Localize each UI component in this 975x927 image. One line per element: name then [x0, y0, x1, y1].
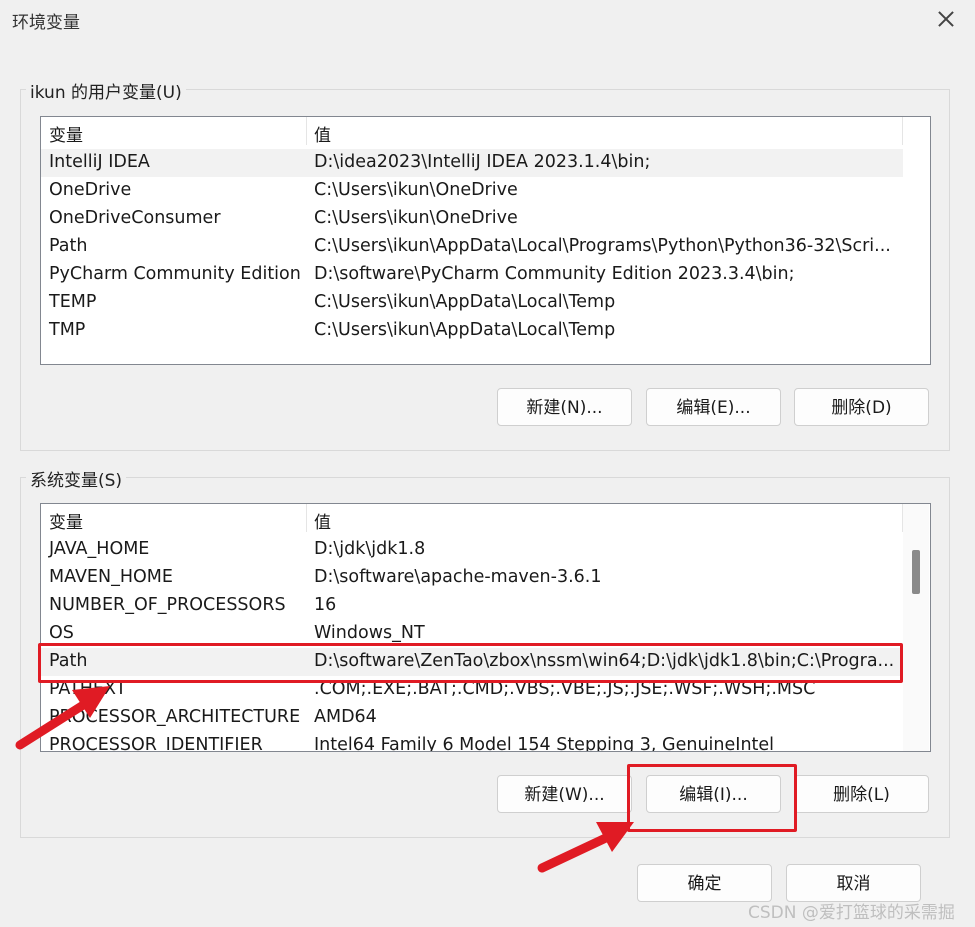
user-delete-button[interactable]: 删除(D) [794, 388, 929, 426]
dialog-title: 环境变量 [12, 13, 80, 33]
var-value-cell: C:\Users\ikun\AppData\Local\Programs\Pyt… [314, 236, 891, 256]
var-value-cell: C:\Users\ikun\OneDrive [314, 180, 518, 200]
scroll-thumb[interactable] [912, 550, 920, 594]
watermark: CSDN @爱打篮球的采需掘 [748, 903, 955, 923]
var-value-cell: 16 [314, 595, 337, 615]
var-name-cell: PATHEXT [49, 679, 127, 699]
user-edit-button[interactable]: 编辑(E)... [646, 388, 781, 426]
cancel-button[interactable]: 取消 [786, 864, 921, 902]
var-name-cell: IntelliJ IDEA [49, 152, 150, 172]
var-value-cell: AMD64 [314, 707, 377, 727]
var-name-cell: MAVEN_HOME [49, 567, 173, 587]
column-divider[interactable] [306, 117, 307, 145]
system-vars-group-label: 系统变量(S) [26, 466, 127, 491]
var-value-cell: Windows_NT [314, 623, 425, 643]
var-value-cell: D:\software\ZenTao\zbox\nssm\win64;D:\jd… [314, 651, 895, 671]
table-row[interactable]: PROCESSOR_IDENTIFIER Intel64 Family 6 Mod… [41, 732, 903, 752]
var-name-cell: NUMBER_OF_PROCESSORS [49, 595, 286, 615]
var-value-cell: D:\software\apache-maven-3.6.1 [314, 567, 602, 587]
var-value-cell: D:\jdk\jdk1.8 [314, 539, 426, 559]
var-value-cell: Intel64 Family 6 Model 154 Stepping 3, G… [314, 735, 775, 752]
var-value-cell: C:\Users\ikun\AppData\Local\Temp [314, 292, 616, 312]
column-header-value[interactable]: 值 [314, 508, 331, 533]
column-divider[interactable] [306, 504, 307, 532]
table-row[interactable]: TEMP C:\Users\ikun\AppData\Local\Temp [41, 289, 903, 317]
table-row[interactable]: OS Windows_NT [41, 620, 903, 648]
column-divider[interactable] [902, 117, 903, 145]
var-name-cell: PROCESSOR_ARCHITECTURE [49, 707, 301, 727]
var-value-cell: D:\idea2023\IntelliJ IDEA 2023.1.4\bin; [314, 152, 651, 172]
user-vars-list-header: 变量 值 [41, 117, 903, 147]
title-bar: 环境变量 [0, 0, 975, 40]
system-delete-button[interactable]: 删除(L) [794, 775, 929, 813]
table-row[interactable]: TMP C:\Users\ikun\AppData\Local\Temp [41, 317, 903, 345]
system-vars-scrollbar[interactable] [903, 504, 929, 751]
user-vars-group-label: ikun 的用户变量(U) [26, 78, 186, 103]
var-name-cell: TEMP [49, 292, 97, 312]
var-name-cell: OneDrive [49, 180, 132, 200]
var-name-cell: PROCESSOR_IDENTIFIER [49, 735, 263, 752]
table-row[interactable]: PATHEXT .COM;.EXE;.BAT;.CMD;.VBS;.VBE;.JS… [41, 676, 903, 704]
user-new-button[interactable]: 新建(N)... [497, 388, 632, 426]
var-value-cell: C:\Users\ikun\OneDrive [314, 208, 518, 228]
var-name-cell: Path [49, 236, 88, 256]
table-row[interactable]: Path C:\Users\ikun\AppData\Local\Programs… [41, 233, 903, 261]
ok-button[interactable]: 确定 [637, 864, 772, 902]
var-name-cell: OS [49, 623, 74, 643]
system-edit-button[interactable]: 编辑(I)... [646, 775, 781, 813]
table-row[interactable]: IntelliJ IDEA D:\idea2023\IntelliJ IDEA 2… [41, 149, 903, 177]
table-row[interactable]: JAVA_HOME D:\jdk\jdk1.8 [41, 536, 903, 564]
var-value-cell: C:\Users\ikun\AppData\Local\Temp [314, 320, 616, 340]
var-name-cell: TMP [49, 320, 86, 340]
var-name-cell: PyCharm Community Edition [49, 264, 301, 284]
table-row[interactable]: PyCharm Community Edition D:\software\PyC… [41, 261, 903, 289]
var-name-cell: OneDriveConsumer [49, 208, 221, 228]
column-header-name[interactable]: 变量 [49, 508, 83, 533]
var-name-cell: JAVA_HOME [49, 539, 150, 559]
close-icon[interactable] [930, 4, 962, 34]
table-row[interactable]: PROCESSOR_ARCHITECTURE AMD64 [41, 704, 903, 732]
column-header-name[interactable]: 变量 [49, 121, 83, 146]
system-vars-list[interactable]: 变量 值 JAVA_HOME D:\jdk\jdk1.8 MAVEN_HOME D:\… [40, 503, 931, 752]
system-vars-list-header: 变量 值 [41, 504, 903, 534]
table-row[interactable]: OneDriveConsumer C:\Users\ikun\OneDrive [41, 205, 903, 233]
var-name-cell: Path [49, 651, 88, 671]
table-row[interactable]: Path D:\software\ZenTao\zbox\nssm\win64;D… [41, 648, 903, 676]
var-value-cell: D:\software\PyCharm Community Edition 20… [314, 264, 795, 284]
table-row[interactable]: NUMBER_OF_PROCESSORS 16 [41, 592, 903, 620]
user-vars-list[interactable]: 变量 值 IntelliJ IDEA D:\idea2023\IntelliJ I… [40, 116, 931, 365]
system-new-button[interactable]: 新建(W)... [497, 775, 632, 813]
table-row[interactable]: OneDrive C:\Users\ikun\OneDrive [41, 177, 903, 205]
column-header-value[interactable]: 值 [314, 121, 331, 146]
var-value-cell: .COM;.EXE;.BAT;.CMD;.VBS;.VBE;.JS;.JSE;.… [314, 679, 816, 699]
table-row[interactable]: MAVEN_HOME D:\software\apache-maven-3.6.1 [41, 564, 903, 592]
